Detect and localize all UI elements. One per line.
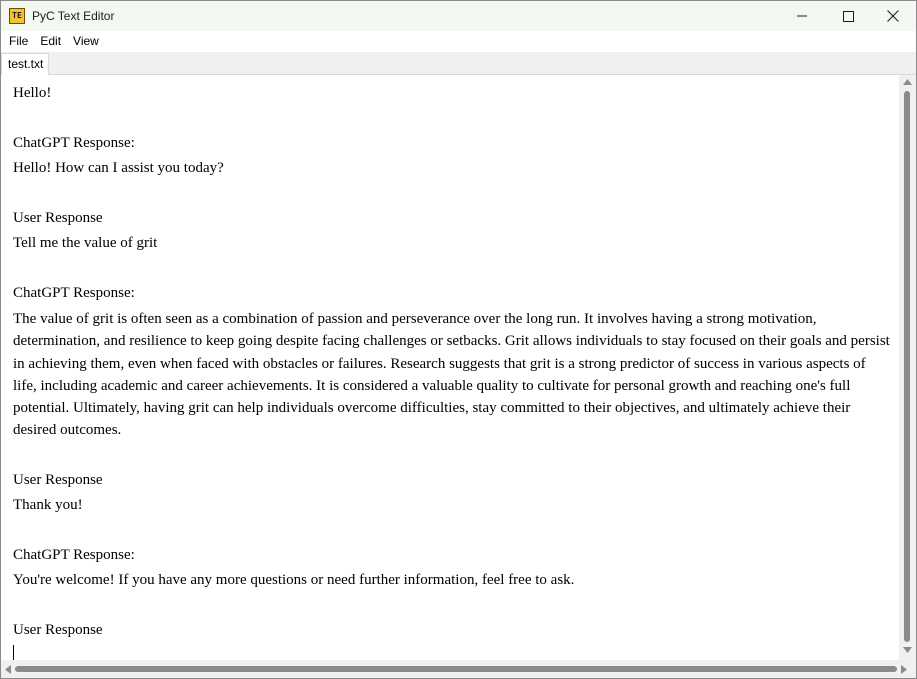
menu-file[interactable]: File [3, 31, 34, 52]
scroll-down-icon[interactable] [903, 647, 912, 653]
text-caret [13, 645, 14, 660]
editor-line: You're welcome! If you have any more que… [13, 571, 575, 588]
editor-window: TE PyC Text Editor File Edit View test.t… [0, 0, 917, 679]
editor-line: Hello! [13, 85, 52, 101]
editor-paragraph: The value of grit is often seen as a com… [13, 311, 890, 439]
editor-line: Tell me the value of grit [13, 235, 158, 251]
editor-line: User Response [13, 471, 103, 488]
close-button[interactable] [870, 1, 916, 31]
editor-line: ChatGPT Response: [13, 135, 135, 151]
minimize-icon [797, 15, 807, 17]
minimize-button[interactable] [779, 1, 825, 31]
editor-line: ChatGPT Response: [13, 546, 135, 563]
editor-line: Thank you! [13, 496, 83, 513]
editor-line: User Response [13, 210, 103, 226]
close-icon [887, 10, 899, 22]
horizontal-scroll-thumb[interactable] [15, 666, 897, 672]
vertical-scroll-thumb[interactable] [904, 91, 910, 642]
editor-line: User Response [13, 621, 103, 638]
scroll-right-icon[interactable] [901, 665, 907, 674]
title-bar[interactable]: TE PyC Text Editor [1, 1, 916, 31]
editor-line-current [13, 643, 893, 660]
text-editor-icon: TE [9, 8, 25, 24]
tab-strip: test.txt [1, 52, 916, 75]
maximize-button[interactable] [825, 1, 871, 31]
scroll-left-icon[interactable] [5, 665, 11, 674]
window-title: PyC Text Editor [32, 9, 115, 23]
tab-test-txt[interactable]: test.txt [1, 53, 49, 75]
scroll-up-icon[interactable] [903, 79, 912, 85]
horizontal-scrollbar[interactable] [1, 660, 916, 678]
editor-line: ChatGPT Response: [13, 285, 135, 301]
editor-line: Hello! How can I assist you today? [13, 160, 224, 176]
maximize-icon [842, 10, 854, 22]
menu-view[interactable]: View [67, 31, 105, 52]
vertical-scrollbar[interactable] [899, 75, 916, 660]
menu-bar: File Edit View [1, 31, 916, 52]
text-area[interactable]: Hello! ChatGPT Response: Hello! How can … [1, 75, 899, 660]
editor-content[interactable]: Hello! ChatGPT Response: Hello! How can … [13, 81, 893, 660]
menu-edit[interactable]: Edit [34, 31, 67, 52]
